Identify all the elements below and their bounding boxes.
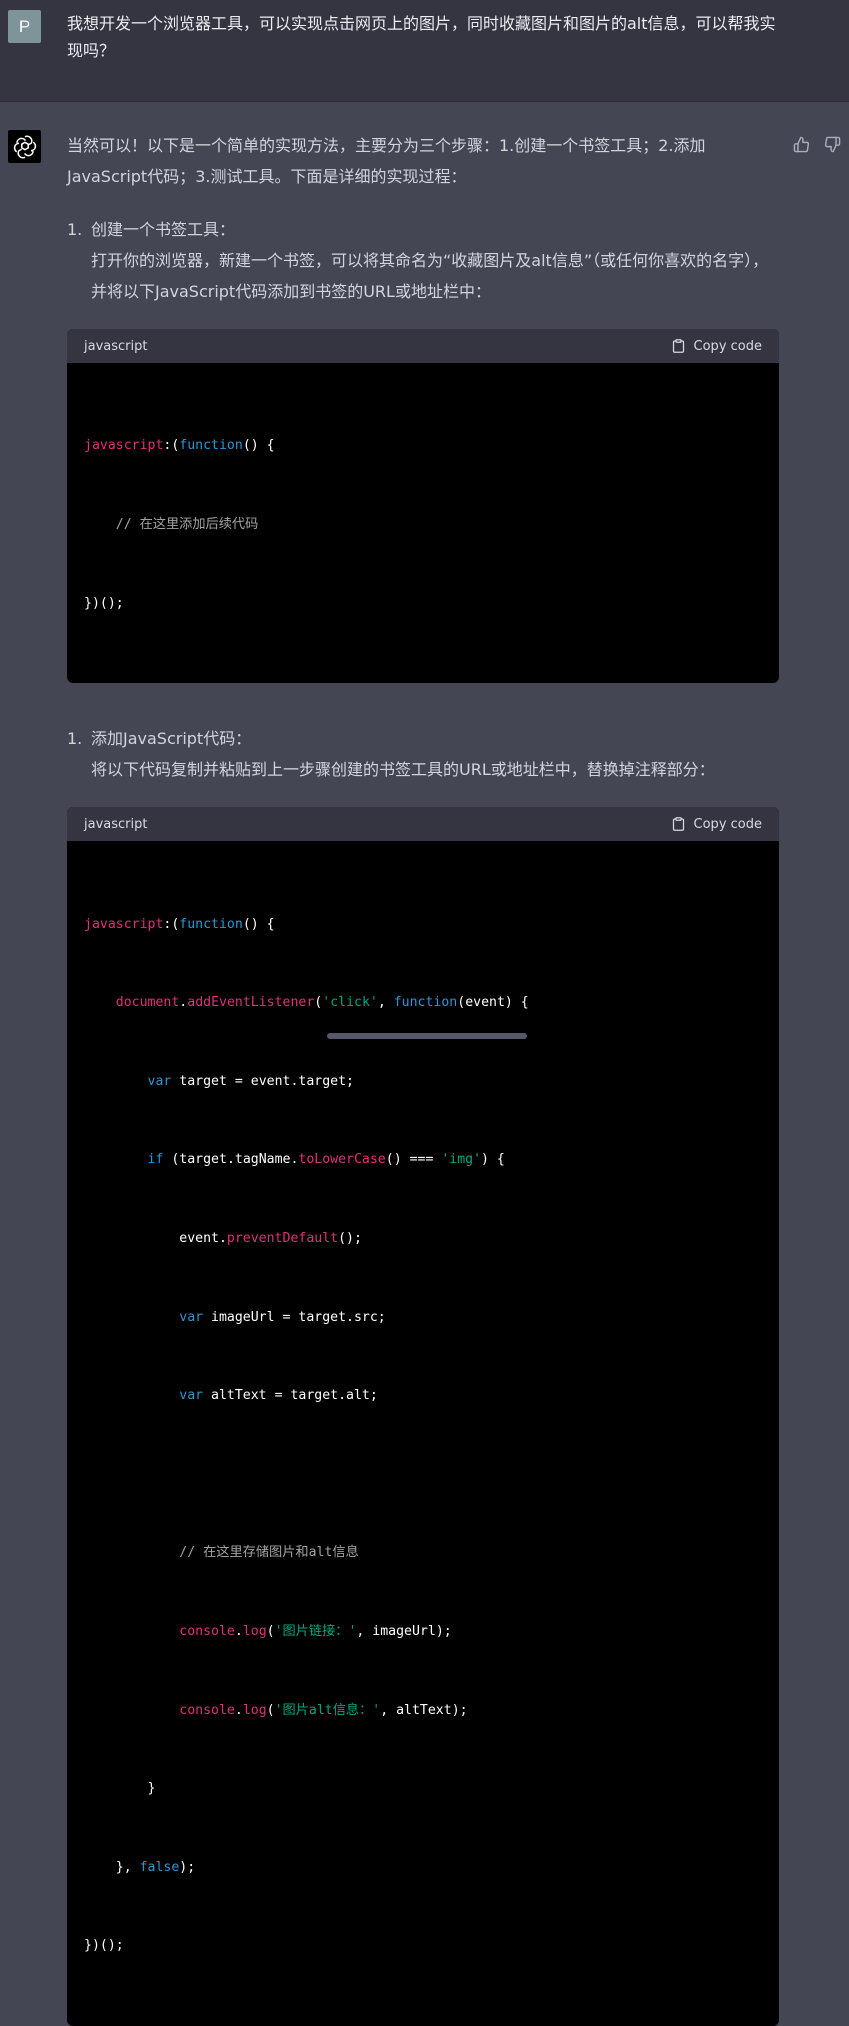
step-item: 1. 添加JavaScript代码： 将以下代码复制并粘贴到上一步骤创建的书签工…	[67, 723, 779, 785]
assistant-intro: 当然可以！以下是一个简单的实现方法，主要分为三个步骤：1.创建一个书签工具；2.…	[67, 136, 706, 186]
step-title: 添加JavaScript代码：	[91, 729, 252, 749]
code-line: var imageUrl = target.src;	[179, 1309, 386, 1325]
code-line: console.log('图片alt信息：', altText);	[179, 1702, 468, 1718]
assistant-avatar	[8, 130, 41, 163]
code-line: var altText = target.alt;	[179, 1388, 378, 1404]
code-block: javascript Copy code javascript:(functio…	[67, 329, 779, 684]
code-body: javascript:(function() { document.addEve…	[67, 841, 779, 2026]
openai-logo-icon	[13, 135, 36, 158]
code-line: }	[84, 1781, 156, 1797]
copy-code-label: Copy code	[693, 338, 762, 354]
code-line: if (target.tagName.toLowerCase() === 'im…	[147, 1152, 505, 1168]
copy-code-label: Copy code	[693, 816, 762, 832]
code-line: javascript:(function() {	[84, 438, 275, 454]
copy-code-button[interactable]: Copy code	[671, 809, 762, 840]
step-item: 1. 创建一个书签工具： 打开你的浏览器，新建一个书签，可以将其命名为“收藏图片…	[67, 214, 779, 307]
code-line: // 在这里添加后续代码	[84, 517, 259, 532]
code-language: javascript	[84, 816, 148, 832]
clipboard-icon	[672, 339, 684, 353]
code-line: javascript:(function() {	[84, 916, 275, 932]
code-header: javascript Copy code	[67, 329, 779, 363]
user-avatar: P	[8, 10, 41, 43]
thumbs-up-icon	[793, 136, 809, 152]
code-line: var target = event.target;	[147, 1073, 354, 1089]
user-message-text: 我想开发一个浏览器工具，可以实现点击网页上的图片，同时收藏图片和图片的alt信息…	[67, 14, 776, 60]
code-line: event.preventDefault();	[84, 1230, 362, 1246]
code-line: })();	[84, 595, 124, 611]
clipboard-icon	[672, 817, 684, 832]
code-language: javascript	[84, 338, 148, 354]
step-number: 1.	[67, 729, 83, 749]
code-line: document.addEventListener('click', funct…	[115, 995, 529, 1011]
user-message-row: P 我想开发一个浏览器工具，可以实现点击网页上的图片，同时收藏图片和图片的alt…	[0, 0, 849, 102]
assistant-message-content: 当然可以！以下是一个简单的实现方法，主要分为三个步骤：1.创建一个书签工具；2.…	[67, 130, 779, 2026]
step-title: 创建一个书签工具：	[91, 220, 236, 239]
step-description: 打开你的浏览器，新建一个书签，可以将其命名为“收藏图片及alt信息”（或任何你喜…	[91, 251, 769, 301]
assistant-message-row: 当然可以！以下是一个简单的实现方法，主要分为三个步骤：1.创建一个书签工具；2.…	[0, 103, 849, 2026]
code-header: javascript Copy code	[67, 807, 779, 842]
thumbs-down-icon	[824, 136, 840, 152]
horizontal-scrollbar[interactable]	[327, 1033, 527, 1039]
copy-code-button[interactable]: Copy code	[671, 331, 762, 362]
code-line: }, false);	[84, 1859, 196, 1875]
thumbs-down-button[interactable]	[821, 133, 843, 155]
code-line: })();	[84, 1938, 124, 1954]
step-number: 1.	[67, 220, 83, 239]
code-body: javascript:(function() { // 在这里添加后续代码 })…	[67, 363, 779, 683]
code-line: console.log('图片链接：', imageUrl);	[179, 1623, 452, 1639]
thumbs-up-button[interactable]	[790, 133, 812, 155]
code-block: javascript Copy code javascript:(functio…	[67, 807, 779, 2026]
step-description: 将以下代码复制并粘贴到上一步骤创建的书签工具的URL或地址栏中，替换掉注释部分：	[91, 760, 715, 780]
code-line: // 在这里存储图片和alt信息	[84, 1545, 359, 1561]
